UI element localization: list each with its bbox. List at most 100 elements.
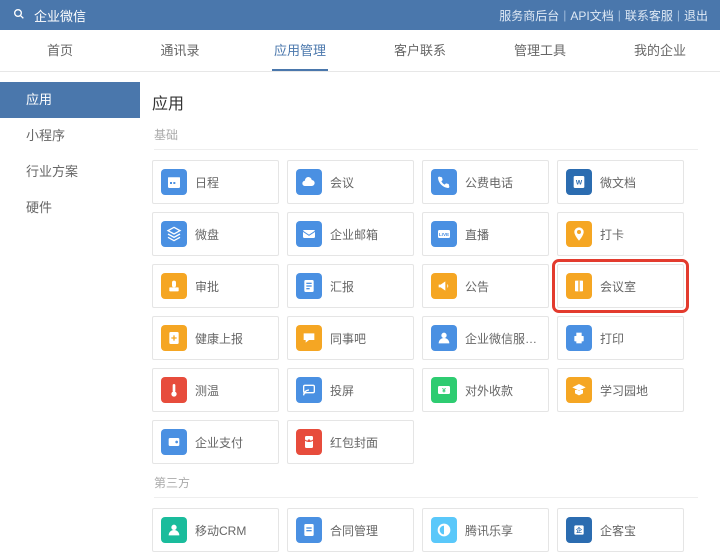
main: 应用 基础日程 会议 公费电话 微文档微盘 企业邮箱 直播 打卡审批 汇报 公告 会议室健康上报 同… [140,72,720,552]
contract-icon [296,517,322,543]
app-label: 投屏 [330,382,354,399]
app-label: 合同管理 [330,522,378,539]
app-card[interactable]: 同事吧 [287,316,414,360]
app-card[interactable]: 审批 [152,264,279,308]
toplink[interactable]: 退出 [684,7,708,24]
app-label: 汇报 [330,278,354,295]
brand: 企业微信 [12,6,86,25]
app-label: 红包封面 [330,434,378,451]
report-icon [296,273,322,299]
app-card[interactable]: 腾讯乐享 [422,508,549,552]
section-label: 第三方 [154,474,698,498]
app-label: 企客宝 [600,522,636,539]
calendar-icon [161,169,187,195]
door-icon [566,273,592,299]
redpacket-icon [296,429,322,455]
sections: 基础日程会议公费电话微文档微盘企业邮箱直播打卡审批汇报公告会议室健康上报同事吧企… [152,126,698,552]
app-card[interactable]: 公告 [422,264,549,308]
nav-item[interactable]: 通讯录 [120,30,240,71]
app-card[interactable]: 微文档 [557,160,684,204]
disk-icon [161,221,187,247]
sidebar-item[interactable]: 应用 [0,82,140,118]
app-label: 微盘 [195,226,219,243]
app-card[interactable]: 汇报 [287,264,414,308]
app-card[interactable]: 打印 [557,316,684,360]
app-card[interactable]: 打卡 [557,212,684,256]
app-grid: 移动CRM 合同管理 腾讯乐享 企客宝 [152,508,698,552]
nav-item[interactable]: 应用管理 [240,30,360,71]
app-card[interactable]: 会议室 [557,264,684,308]
page-title: 应用 [152,90,698,114]
app-card[interactable]: 企业微信服务商助手 [422,316,549,360]
app-card[interactable]: 测温 [152,368,279,412]
app-card[interactable]: 日程 [152,160,279,204]
app-card[interactable]: 企业支付 [152,420,279,464]
app-label: 对外收款 [465,382,513,399]
app-label: 微文档 [600,174,636,191]
app-label: 直播 [465,226,489,243]
app-label: 审批 [195,278,219,295]
app-card[interactable]: 直播 [422,212,549,256]
phone-icon [431,169,457,195]
app-card[interactable]: 微盘 [152,212,279,256]
toplink[interactable]: 联系客服 [625,7,673,24]
app-grid: 日程 会议 公费电话 微文档微盘 企业邮箱 直播 打卡审批 汇报 公告 会议室健康上报 同事吧 企业微… [152,160,698,464]
app-card[interactable]: 企客宝 [557,508,684,552]
app-card[interactable]: 学习园地 [557,368,684,412]
app-label: 日程 [195,174,219,191]
app-label: 打印 [600,330,624,347]
app-label: 同事吧 [330,330,366,347]
pay-icon [431,377,457,403]
app-label: 打卡 [600,226,624,243]
sidebar-item[interactable]: 小程序 [0,118,140,154]
nav-item[interactable]: 首页 [0,30,120,71]
app-label: 移动CRM [195,522,246,539]
announce-icon [431,273,457,299]
lexiang-icon [431,517,457,543]
health-icon [161,325,187,351]
chat-icon [296,325,322,351]
thermo-icon [161,377,187,403]
app-label: 测温 [195,382,219,399]
section-label: 基础 [154,126,698,150]
assistant-icon [431,325,457,351]
cast-icon [296,377,322,403]
nav-item[interactable]: 客户联系 [360,30,480,71]
app-label: 公费电话 [465,174,513,191]
cloud-icon [296,169,322,195]
brand-icon [12,7,28,23]
app-label: 会议室 [600,278,636,295]
app-card[interactable]: 企业邮箱 [287,212,414,256]
topbar: 企业微信 服务商后台|API文档|联系客服|退出 [0,0,720,30]
brand-text: 企业微信 [34,6,86,25]
wallet-icon [161,429,187,455]
sidebar: 应用小程序行业方案硬件 [0,72,140,552]
sidebar-item[interactable]: 硬件 [0,190,140,226]
app-card[interactable]: 对外收款 [422,368,549,412]
app-card[interactable]: 健康上报 [152,316,279,360]
toplink[interactable]: API文档 [570,7,613,24]
mail-icon [296,221,322,247]
sidebar-item[interactable]: 行业方案 [0,154,140,190]
app-card[interactable]: 投屏 [287,368,414,412]
live-icon [431,221,457,247]
app-label: 企业支付 [195,434,243,451]
stamp-icon [161,273,187,299]
toplink[interactable]: 服务商后台 [499,7,559,24]
app-card[interactable]: 红包封面 [287,420,414,464]
doc-w-icon [566,169,592,195]
app-card[interactable]: 移动CRM [152,508,279,552]
print-icon [566,325,592,351]
nav-item[interactable]: 管理工具 [480,30,600,71]
app-label: 腾讯乐享 [465,522,513,539]
app-label: 健康上报 [195,330,243,347]
nav-item[interactable]: 我的企业 [600,30,720,71]
qkb-icon [566,517,592,543]
learn-icon [566,377,592,403]
app-label: 学习园地 [600,382,648,399]
navbar: 首页通讯录应用管理客户联系管理工具我的企业 [0,30,720,72]
app-card[interactable]: 会议 [287,160,414,204]
app-card[interactable]: 公费电话 [422,160,549,204]
toplinks: 服务商后台|API文档|联系客服|退出 [499,7,708,24]
app-card[interactable]: 合同管理 [287,508,414,552]
